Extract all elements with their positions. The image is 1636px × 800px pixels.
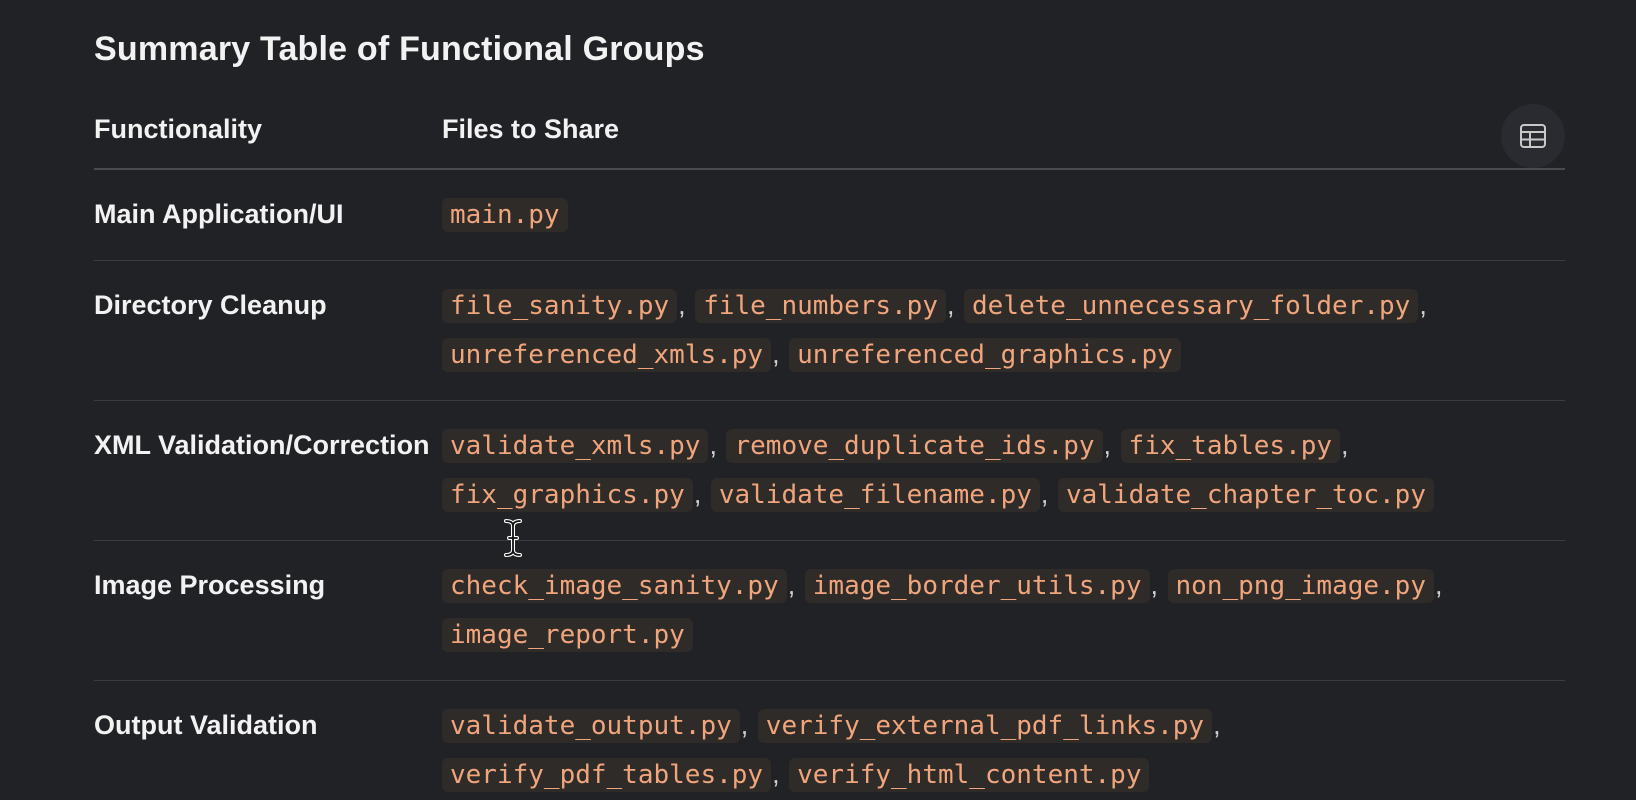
table-row: Image Processing check_image_sanity.py, i… — [94, 540, 1565, 681]
table-grid-icon — [1520, 124, 1546, 148]
comma-separator: , — [787, 570, 796, 600]
files-cell: validate_output.py, verify_external_pdf_… — [442, 681, 1565, 800]
section-heading: Summary Table of Functional Groups — [94, 30, 705, 68]
table-row: Directory Cleanup file_sanity.py, file_nu… — [94, 260, 1565, 401]
comma-separator: , — [1040, 479, 1049, 509]
functionality-cell: Image Processing — [94, 540, 442, 681]
file-name-code: verify_external_pdf_links.py — [757, 709, 1213, 743]
functionality-cell: Output Validation — [94, 710, 318, 740]
comma-separator: , — [772, 759, 780, 789]
column-header-functionality: Functionality — [94, 100, 442, 170]
functionality-cell: Directory Cleanup — [94, 260, 442, 401]
comma-separator: , — [693, 479, 702, 509]
table-row: Output Validation validate_output.py, ver… — [94, 681, 1565, 800]
table-view-button[interactable] — [1501, 104, 1565, 168]
file-name-code: verify_pdf_tables.py — [442, 758, 772, 792]
file-name-code: unreferenced_graphics.py — [789, 338, 1181, 372]
comma-separator: , — [1213, 710, 1221, 740]
comma-separator: , — [709, 430, 717, 460]
files-cell: main.py — [442, 169, 1565, 261]
table-row: XML Validation/Correction validate_xmls.p… — [94, 400, 1565, 541]
comma-separator: , — [740, 710, 749, 740]
functionality-cell: XML Validation/Correction — [94, 400, 442, 541]
file-name-code: non_png_image.py — [1167, 569, 1434, 603]
file-name-code: fix_tables.py — [1120, 429, 1341, 463]
file-name-code: verify_html_content.py — [789, 758, 1150, 792]
table-header-row: Functionality Files to Share — [94, 100, 1565, 170]
comma-separator: , — [947, 290, 955, 320]
comma-separator: , — [1419, 290, 1427, 320]
file-name-code: image_report.py — [442, 618, 693, 652]
file-name-code: image_border_utils.py — [804, 569, 1150, 603]
files-cell: file_sanity.py, file_numbers.py, delete_… — [442, 260, 1565, 401]
file-name-code: validate_xmls.py — [442, 429, 709, 463]
column-header-files: Files to Share — [442, 100, 1565, 170]
comma-separator: , — [1150, 570, 1159, 600]
comma-separator: , — [1434, 570, 1443, 600]
comma-separator: , — [678, 290, 686, 320]
file-name-code: validate_chapter_toc.py — [1057, 478, 1434, 512]
file-name-code: remove_duplicate_ids.py — [726, 429, 1103, 463]
functional-groups-table-container: Functionality Files to Share Main Applic… — [94, 100, 1565, 800]
file-name-code: check_image_sanity.py — [442, 569, 787, 603]
file-name-code: fix_graphics.py — [442, 478, 693, 512]
comma-separator: , — [772, 339, 780, 369]
functional-groups-table: Functionality Files to Share Main Applic… — [94, 100, 1565, 800]
table-row: Main Application/UI main.py — [94, 169, 1565, 261]
file-name-code: validate_output.py — [442, 709, 740, 743]
file-name-code: main.py — [442, 198, 568, 232]
file-name-code: file_numbers.py — [695, 289, 946, 323]
comma-separator: , — [1341, 430, 1349, 460]
functionality-cell: Main Application/UI — [94, 169, 442, 261]
comma-separator: , — [1103, 430, 1112, 460]
files-cell: check_image_sanity.py, image_border_util… — [442, 540, 1565, 681]
file-name-code: file_sanity.py — [442, 289, 678, 323]
table-body: Main Application/UI main.py Directory Clea… — [94, 169, 1565, 800]
file-name-code: delete_unnecessary_folder.py — [964, 289, 1419, 323]
file-name-code: validate_filename.py — [710, 478, 1040, 512]
text-cursor-icon — [504, 519, 522, 557]
files-cell: validate_xmls.py, remove_duplicate_ids.p… — [442, 400, 1565, 541]
file-name-code: unreferenced_xmls.py — [442, 338, 772, 372]
